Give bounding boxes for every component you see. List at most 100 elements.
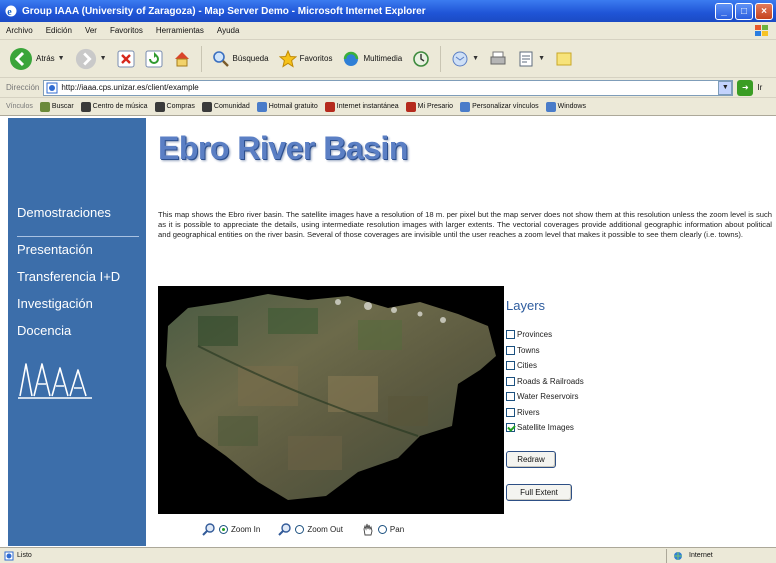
layer-rivers[interactable]: Rivers <box>506 405 646 421</box>
forward-arrow-icon <box>75 48 96 69</box>
zoom-out-radio[interactable] <box>295 524 305 534</box>
star-icon <box>278 49 297 68</box>
maximize-button[interactable]: □ <box>735 2 753 20</box>
close-button[interactable]: × <box>755 2 773 20</box>
link-internet-instantanea[interactable]: Internet instantánea <box>324 101 399 112</box>
menu-favoritos[interactable]: Favoritos <box>110 26 143 35</box>
sidebar-item-docencia[interactable]: Docencia <box>17 323 71 338</box>
menu-ayuda[interactable]: Ayuda <box>217 26 240 35</box>
layer-checkbox[interactable] <box>506 361 515 371</box>
main-content: Ebro River Basin This map shows the Ebro… <box>146 116 776 547</box>
address-dropdown-icon[interactable]: ▼ <box>718 80 733 95</box>
menu-ver[interactable]: Ver <box>85 26 97 35</box>
window-title: Group IAAA (University of Zaragoza) - Ma… <box>22 5 426 17</box>
sidebar-item-demostraciones[interactable]: Demostraciones <box>8 204 146 234</box>
sidebar-item-transferencia[interactable]: Transferencia I+D <box>17 269 120 284</box>
chevron-down-icon[interactable]: ▼ <box>472 55 479 62</box>
layer-satellite-images[interactable]: Satellite Images <box>506 420 646 436</box>
multimedia-label: Multimedia <box>363 54 403 63</box>
sidebar-divider <box>17 236 139 237</box>
chevron-down-icon[interactable]: ▼ <box>100 55 107 62</box>
link-comunidad[interactable]: Comunidad <box>201 101 250 112</box>
links-bar: Vínculos Buscar Centro de música Compras… <box>0 98 776 116</box>
sidebar: Demostraciones Presentación Transferenci… <box>8 118 146 546</box>
home-button[interactable] <box>170 48 194 70</box>
back-button[interactable]: Atrás ▼ <box>6 45 68 73</box>
layer-checkbox[interactable] <box>506 345 515 355</box>
layer-towns[interactable]: Towns <box>506 343 646 359</box>
menu-herramientas[interactable]: Herramientas <box>156 26 204 35</box>
address-bar: Dirección http://iaaa.cps.unizar.es/clie… <box>0 78 776 98</box>
link-hotmail[interactable]: Hotmail gratuito <box>256 101 318 112</box>
layer-cities[interactable]: Cities <box>506 358 646 374</box>
layer-checkbox[interactable] <box>506 376 515 386</box>
link-windows[interactable]: Windows <box>545 101 586 112</box>
zoom-in-tool[interactable]: Zoom In <box>202 522 260 536</box>
layer-roads-railroads[interactable]: Roads & Railroads <box>506 374 646 390</box>
link-buscar[interactable]: Buscar <box>39 101 74 112</box>
layer-checkbox-checked[interactable] <box>506 423 515 433</box>
mail-icon <box>452 51 468 66</box>
layer-checkbox[interactable] <box>506 392 515 402</box>
favorites-label: Favoritos <box>299 54 333 63</box>
layer-water-reservoirs[interactable]: Water Reservoirs <box>506 389 646 405</box>
status-bar: Listo Internet <box>0 547 776 563</box>
pan-tool[interactable]: Pan <box>361 522 404 536</box>
go-button[interactable]: ➜ <box>737 79 754 96</box>
stop-button[interactable] <box>114 48 138 70</box>
link-personalizar[interactable]: Personalizar vínculos <box>460 101 539 112</box>
page-status-icon <box>4 551 14 560</box>
zoom-in-icon <box>202 523 215 536</box>
edit-button[interactable]: ▼ <box>514 48 548 70</box>
globe-icon <box>674 551 682 560</box>
pan-radio[interactable] <box>377 524 387 534</box>
menu-bar: Archivo Edición Ver Favoritos Herramient… <box>0 22 776 40</box>
link-icon <box>545 101 556 112</box>
refresh-button[interactable] <box>142 48 166 70</box>
favorites-button[interactable]: Favoritos <box>276 48 336 70</box>
link-icon <box>256 101 267 112</box>
zoom-out-tool[interactable]: Zoom Out <box>278 522 343 536</box>
svg-text:e: e <box>7 7 12 18</box>
link-icon <box>201 101 212 112</box>
link-icon <box>324 101 335 112</box>
forward-button[interactable]: ▼ <box>72 46 110 72</box>
iaaa-logo <box>18 363 92 399</box>
link-centro-musica[interactable]: Centro de música <box>80 101 148 112</box>
back-label: Atrás <box>36 54 55 63</box>
menu-edicion[interactable]: Edición <box>46 26 72 35</box>
mail-button[interactable]: ▼ <box>448 48 482 70</box>
print-button[interactable] <box>486 48 510 70</box>
toolbar-divider <box>200 45 202 72</box>
layer-checkbox[interactable] <box>506 330 515 340</box>
link-mi-presario[interactable]: Mi Presario <box>405 101 453 112</box>
layer-checkbox[interactable] <box>506 407 515 417</box>
full-extent-button[interactable]: Full Extent <box>506 484 572 501</box>
link-compras[interactable]: Compras <box>154 101 195 112</box>
sidebar-item-presentacion[interactable]: Presentación <box>17 242 93 257</box>
address-input[interactable]: http://iaaa.cps.unizar.es/client/example… <box>43 79 734 96</box>
multimedia-button[interactable]: Multimedia <box>339 48 405 70</box>
map-description: This map shows the Ebro river basin. The… <box>158 210 772 239</box>
layer-provinces[interactable]: Provinces <box>506 327 646 343</box>
zone-label: Internet <box>689 552 713 559</box>
link-icon <box>80 101 91 112</box>
messenger-button[interactable] <box>552 48 576 70</box>
sidebar-item-investigacion[interactable]: Investigación <box>17 296 93 311</box>
zoom-in-radio[interactable] <box>219 524 228 534</box>
link-icon <box>405 101 416 112</box>
menu-archivo[interactable]: Archivo <box>6 26 33 35</box>
map-view[interactable] <box>158 286 504 514</box>
search-button[interactable]: Búsqueda <box>209 48 272 70</box>
printer-icon <box>490 51 506 64</box>
redraw-button[interactable]: Redraw <box>506 451 556 468</box>
page-icon <box>46 82 58 93</box>
go-label[interactable]: Ir <box>757 83 762 92</box>
search-icon <box>212 50 229 67</box>
refresh-icon <box>145 50 163 67</box>
hand-icon <box>363 523 373 536</box>
chevron-down-icon[interactable]: ▼ <box>58 55 65 62</box>
chevron-down-icon[interactable]: ▼ <box>538 55 545 62</box>
minimize-button[interactable]: _ <box>715 2 733 20</box>
history-button[interactable] <box>409 48 433 70</box>
